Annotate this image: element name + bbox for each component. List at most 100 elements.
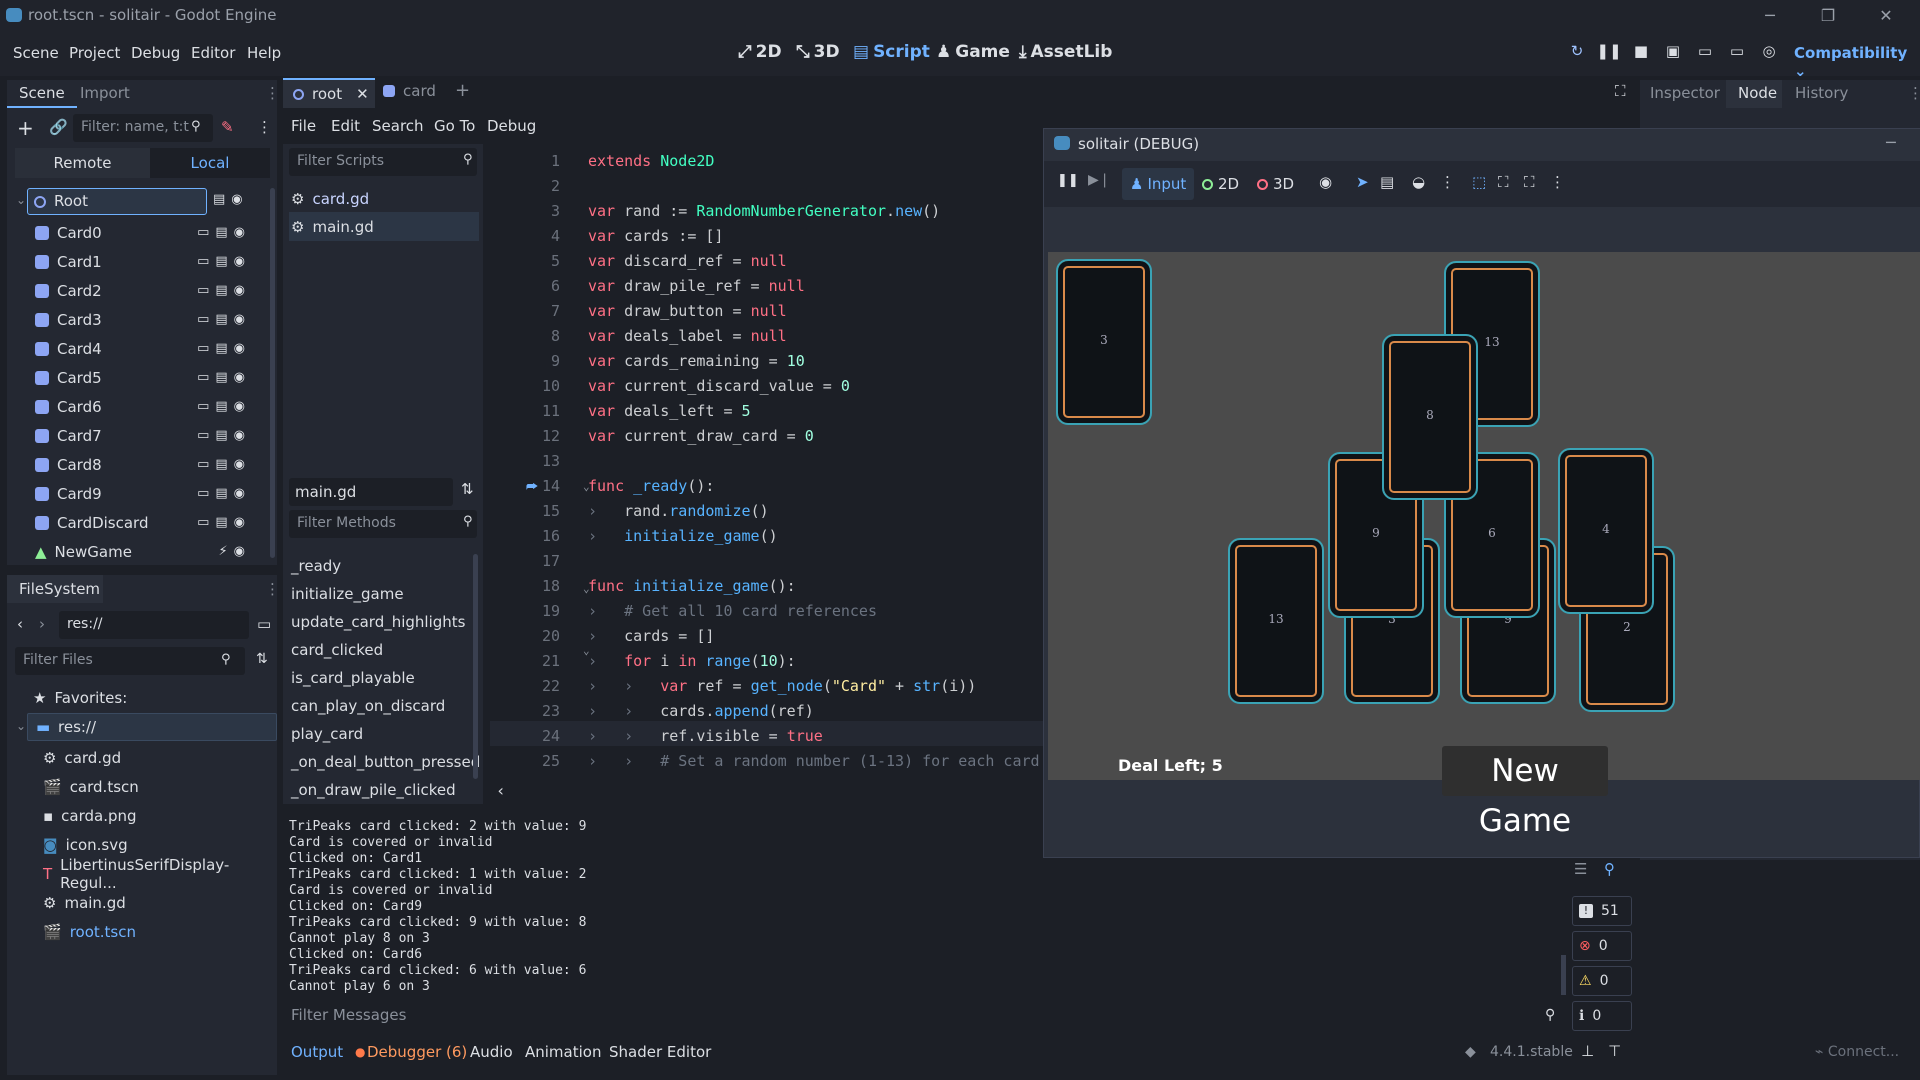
method-item[interactable]: initialize_game bbox=[283, 580, 471, 608]
method-item[interactable]: can_play_on_discard bbox=[283, 692, 471, 720]
node-visibility-icon[interactable]: ▭▤◉ bbox=[197, 486, 251, 501]
node-visibility-icon[interactable]: ▭▤◉ bbox=[197, 341, 251, 356]
fit-icon[interactable]: ⛶ bbox=[1498, 173, 1509, 191]
tab-shader-editor[interactable]: Shader Editor bbox=[609, 1043, 711, 1061]
toggle-panel-icon[interactable]: ‹ bbox=[496, 781, 506, 800]
message-filter-input[interactable]: Filter Messages ⚲ bbox=[283, 1001, 1573, 1031]
select-icon[interactable]: ➤ bbox=[1356, 173, 1369, 191]
tab-output[interactable]: Output bbox=[291, 1043, 343, 1061]
menu-project[interactable]: Project bbox=[69, 44, 120, 62]
method-filter-input[interactable]: Filter Methods bbox=[289, 510, 477, 538]
add-tab-icon[interactable]: + bbox=[455, 80, 470, 101]
back-icon[interactable]: ‹ bbox=[17, 615, 23, 633]
connect-button[interactable]: ⌁ Connect... bbox=[1815, 1044, 1899, 1060]
file-item[interactable]: ⚙ card.gd bbox=[43, 743, 273, 772]
node-visibility-icon[interactable]: ▭▤◉ bbox=[197, 399, 251, 414]
tree-item[interactable]: Card8 ▭▤◉ bbox=[35, 450, 265, 479]
favorites-row[interactable]: ★ Favorites: bbox=[33, 683, 127, 712]
tree-item[interactable]: Card9 ▭▤◉ bbox=[35, 479, 265, 508]
node-visibility-icon[interactable]: ▭▤◉ bbox=[197, 254, 251, 269]
method-item[interactable]: _on_deal_button_pressed bbox=[283, 748, 480, 776]
more-icon[interactable]: ⋮ bbox=[1440, 173, 1455, 191]
code-editor[interactable]: ⮫ ⌄ ⌄ ⌄ 1 extends Node2D 2 3 var rand := R… bbox=[490, 149, 1045, 800]
dock-menu-icon[interactable]: ⋮ bbox=[265, 580, 280, 598]
expand-panel-icon[interactable]: ⊤ bbox=[1608, 1042, 1621, 1060]
embed-icon[interactable]: ⬚ bbox=[1472, 173, 1486, 191]
method-item[interactable]: play_card bbox=[283, 720, 471, 748]
distraction-free-icon[interactable]: ⛶ bbox=[1615, 82, 1626, 100]
scene-menu-icon[interactable]: ⋮ bbox=[257, 118, 272, 136]
step-frame-icon[interactable]: ▶❘ bbox=[1088, 172, 1111, 188]
workspace-2d[interactable]: ⤢ 2D bbox=[738, 42, 782, 62]
tab-animation[interactable]: Animation bbox=[525, 1043, 601, 1061]
forward-icon[interactable]: › bbox=[39, 615, 45, 633]
node-visibility-icon[interactable]: ⚡◉ bbox=[219, 544, 251, 559]
tab-debugger[interactable]: Debugger (6) bbox=[367, 1043, 467, 1061]
node-visibility-icon[interactable]: ▭▤◉ bbox=[197, 225, 251, 240]
method-item[interactable]: card_clicked bbox=[283, 636, 471, 664]
remote-tab[interactable]: Remote bbox=[15, 148, 150, 178]
tree-item[interactable]: Card6 ▭▤◉ bbox=[35, 392, 265, 421]
node-visibility-icon[interactable]: ▭▤◉ bbox=[197, 515, 251, 530]
movie-maker-icon[interactable]: ◎ bbox=[1756, 42, 1782, 64]
file-filter-input[interactable]: Filter Files bbox=[15, 647, 245, 675]
script-menu-goto[interactable]: Go To bbox=[434, 117, 475, 135]
scrollbar[interactable] bbox=[473, 554, 478, 779]
add-node-icon[interactable]: + bbox=[17, 116, 34, 140]
tree-item[interactable]: Card1 ▭▤◉ bbox=[35, 247, 265, 276]
stop-icon[interactable]: ■ bbox=[1628, 42, 1654, 64]
method-item[interactable]: update_card_highlights bbox=[283, 608, 471, 636]
pin-icon[interactable]: ⊥ bbox=[1581, 1042, 1594, 1060]
sort-icon[interactable]: ⇅ bbox=[256, 651, 268, 667]
workspace-game[interactable]: ♟ Game bbox=[936, 42, 1010, 62]
maximize-button[interactable]: ❐ bbox=[1808, 2, 1848, 30]
mode-2d-toggle[interactable]: 2D bbox=[1202, 175, 1239, 193]
tree-item[interactable]: Card2 ▭▤◉ bbox=[35, 276, 265, 305]
tree-item[interactable]: ▲ NewGame ⚡◉ bbox=[35, 537, 265, 566]
node-visibility-icon[interactable]: ▭▤◉ bbox=[197, 370, 251, 385]
tree-item[interactable]: Card0 ▭▤◉ bbox=[35, 218, 265, 247]
tree-item[interactable]: Card5 ▭▤◉ bbox=[35, 363, 265, 392]
file-item[interactable]: 🎬 root.tscn bbox=[43, 917, 273, 946]
tree-item[interactable]: Card7 ▭▤◉ bbox=[35, 421, 265, 450]
tab-audio[interactable]: Audio bbox=[470, 1043, 513, 1061]
middle-card-3[interactable]: 4 bbox=[1558, 448, 1654, 614]
script-item[interactable]: ⚙ card.gd bbox=[291, 184, 479, 213]
node-visibility-icon[interactable]: ▭▤◉ bbox=[197, 428, 251, 443]
workspace-3d[interactable]: ⤡ 3D bbox=[796, 42, 840, 62]
workspace-assetlib[interactable]: ⤓ AssetLib bbox=[1019, 42, 1112, 62]
remote-debug-icon[interactable]: ▣ bbox=[1660, 42, 1686, 64]
file-item[interactable]: ▪ carda.png bbox=[43, 801, 273, 830]
node-visibility-icon[interactable]: ▭▤◉ bbox=[197, 312, 251, 327]
root-node-actions[interactable]: ▤◉ bbox=[213, 192, 249, 207]
link-icon[interactable]: 🔗 bbox=[49, 118, 68, 136]
base-card-1[interactable]: 13 bbox=[1228, 538, 1324, 704]
draw-pile-card[interactable]: 3 bbox=[1056, 259, 1152, 425]
method-item[interactable]: _ready bbox=[283, 552, 471, 580]
script-menu-file[interactable]: File bbox=[291, 117, 316, 135]
tree-item[interactable]: Card3 ▭▤◉ bbox=[35, 305, 265, 334]
search-icon[interactable]: ⚲ bbox=[1604, 860, 1615, 878]
res-folder-row[interactable]: ⌄ ▬ res:// bbox=[16, 713, 277, 741]
collapse-icon[interactable]: ⌄ bbox=[16, 193, 26, 207]
close-window-button[interactable]: ✕ bbox=[1866, 2, 1906, 30]
script-item-selected[interactable]: ⚙ main.gd bbox=[289, 212, 479, 241]
file-item[interactable]: T LibertinusSerifDisplay-Regul... bbox=[43, 856, 273, 892]
dock-menu-icon[interactable]: ⋮ bbox=[265, 84, 280, 102]
menu-help[interactable]: Help bbox=[247, 44, 281, 62]
tab-inspector[interactable]: Inspector bbox=[1650, 84, 1720, 102]
peak-card-8[interactable]: 8 bbox=[1382, 334, 1478, 500]
tab-scene[interactable]: Scene bbox=[19, 84, 65, 102]
game-viewport[interactable]: 3 13 13 3 9 2 9 6 4 8 Deal Left; 5 New G… bbox=[1048, 252, 1920, 839]
mode-3d-toggle[interactable]: 3D bbox=[1257, 175, 1294, 193]
tab-import[interactable]: Import bbox=[80, 84, 130, 102]
root-node-row[interactable]: ⌄ Root bbox=[16, 188, 207, 215]
tab-node[interactable]: Node bbox=[1738, 84, 1777, 102]
reload-icon[interactable]: ↻ bbox=[1564, 42, 1590, 64]
script-filter-input[interactable]: Filter Scripts bbox=[289, 148, 477, 176]
collapse-lines-icon[interactable]: ☰ bbox=[1574, 860, 1587, 878]
tab-history[interactable]: History bbox=[1795, 84, 1848, 102]
minimize-button[interactable]: ─ bbox=[1750, 2, 1790, 30]
warnings-toggle[interactable]: ⚠ 0 bbox=[1572, 966, 1632, 996]
pause-icon[interactable]: ❚❚ bbox=[1057, 173, 1079, 188]
